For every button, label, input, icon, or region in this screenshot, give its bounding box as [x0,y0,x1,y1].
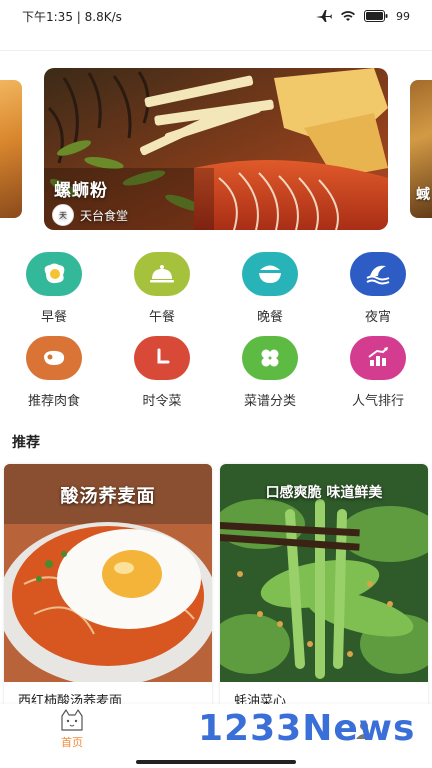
category-popular-ranking[interactable]: 人气排行 [324,336,432,420]
recommend-title: 推荐 [12,435,40,451]
airplane-icon [316,10,332,22]
category-label: 夜宵 [364,310,391,325]
status-time: 下午1:35 | 8.8K/s [22,9,122,24]
bowl-icon [242,252,298,296]
category-recipe-types[interactable]: 菜谱分类 [216,336,324,420]
category-label: 推荐肉食 [27,394,80,409]
category-seasonal[interactable]: 时令菜 [108,336,216,420]
recipe-card[interactable]: 酸汤荞麦面 西红柿酸汤荞麦面 [4,464,212,714]
category-label: 早餐 [40,310,67,325]
banner-next-peek[interactable]: 蜮 [410,80,432,218]
category-row: 推荐肉食 时令菜 菜谱分类 人气排行 [0,336,432,420]
bar-chart-icon [350,336,406,380]
header-divider [0,50,432,51]
recipe-overlay-title: 酸汤荞麦面 [60,486,156,507]
banner-author[interactable]: 天 天台食堂 [52,204,128,226]
battery-level: 99 [396,9,410,23]
category-row: 早餐 午餐 晚餐 夜宵 [0,252,432,336]
recipe-image: 口感爽脆 味道鲜美 [220,464,428,682]
recipe-card[interactable]: 口感爽脆 味道鲜美 蚝油菜心 [220,464,428,714]
category-label: 时令菜 [142,394,182,409]
category-grid: 早餐 午餐 晚餐 夜宵 推荐肉食 时令菜 菜谱分类 人气排行 [0,252,432,420]
status-bar: 下午1:35 | 8.8K/s 99 [0,0,432,32]
meat-icon [26,336,82,380]
category-dinner[interactable]: 晚餐 [216,252,324,336]
category-late-night[interactable]: 夜宵 [324,252,432,336]
category-label: 菜谱分类 [243,394,296,409]
cloche-icon [134,252,190,296]
recipe-image: 酸汤荞麦面 [4,464,212,682]
status-icons: 99 [316,9,410,23]
home-indicator [136,760,296,764]
banner-next-title: 蜮 [416,187,430,203]
watermark-logo: 1233News [198,708,416,749]
category-recommended-meat[interactable]: 推荐肉食 [0,336,108,420]
banner-slide[interactable]: 螺蛳粉 天 天台食堂 [44,68,388,230]
clover-icon [242,336,298,380]
nav-home-label: 首页 [61,736,83,749]
nav-home[interactable]: 首页 [50,708,94,750]
category-breakfast[interactable]: 早餐 [0,252,108,336]
clock-icon [134,336,190,380]
category-lunch[interactable]: 午餐 [108,252,216,336]
wifi-icon [341,11,355,21]
night-wave-icon [350,252,406,296]
category-label: 人气排行 [351,394,404,409]
category-label: 午餐 [148,310,175,325]
author-name: 天台食堂 [80,208,129,223]
banner-carousel[interactable]: 螺蛳粉 天 天台食堂 蜮 [0,68,432,232]
cat-home-icon [61,709,83,731]
egg-icon [26,252,82,296]
battery-icon [364,10,388,22]
banner-prev-peek[interactable] [0,80,22,218]
banner-title: 螺蛳粉 [54,181,108,201]
category-label: 晚餐 [256,310,283,325]
recipe-overlay-title: 口感爽脆 味道鲜美 [265,485,383,501]
author-avatar: 天 [52,204,74,226]
